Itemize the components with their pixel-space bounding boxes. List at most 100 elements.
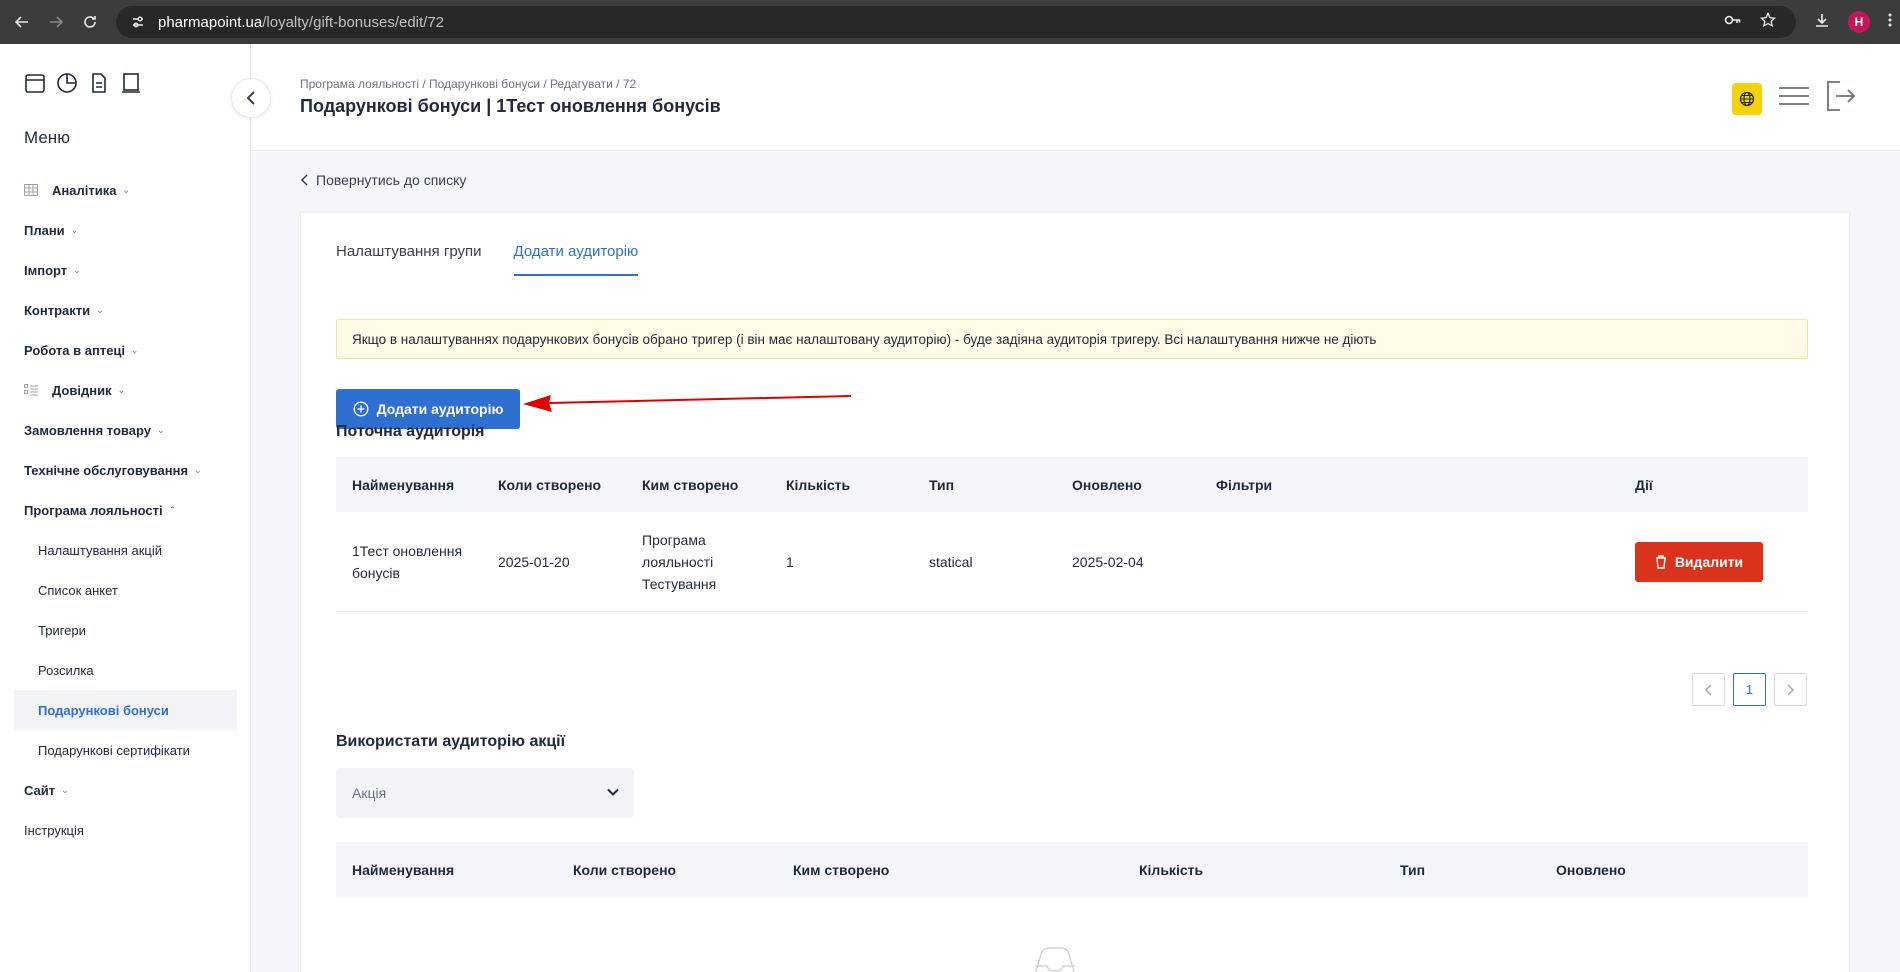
sidebar-subitem-mailing[interactable]: Розсилка bbox=[0, 650, 251, 690]
sidebar-subitem-triggers[interactable]: Тригери bbox=[0, 610, 251, 650]
download-icon[interactable] bbox=[1814, 12, 1830, 33]
sidebar-item-loyalty[interactable]: Програма лояльності ⌃ bbox=[0, 490, 251, 530]
chevron-down-icon: ⌄ bbox=[122, 184, 130, 195]
current-audience-title: Поточна аудиторія bbox=[336, 423, 485, 440]
address-bar[interactable]: pharmapoint.ua/loyalty/gift-bonuses/edit… bbox=[116, 6, 1796, 38]
browser-toolbar: pharmapoint.ua/loyalty/gift-bonuses/edit… bbox=[0, 0, 1900, 44]
sidebar-item-analytics[interactable]: Аналітика ⌄ bbox=[0, 170, 251, 210]
page-title: Подарункові бонуси | 1Тест оновлення бон… bbox=[300, 96, 721, 116]
sidebar-subitem-gift-certificates[interactable]: Подарункові сертифікати bbox=[0, 730, 251, 770]
chevron-left-icon bbox=[300, 174, 308, 186]
col-type: Тип bbox=[929, 476, 955, 493]
tab-bar: Налаштування групи Додати аудиторію bbox=[336, 243, 639, 276]
sidebar: Меню Аналітика ⌄ Плани ⌄ Імпорт ⌄ Контра… bbox=[0, 44, 251, 972]
add-audience-label: Додати аудиторію bbox=[376, 401, 504, 417]
sidebar-item-site[interactable]: Сайт ⌄ bbox=[0, 770, 251, 810]
row-created-by: Програма лояльності Тестування bbox=[642, 531, 717, 592]
chevron-left-icon bbox=[246, 91, 255, 105]
sidebar-subitem-surveys[interactable]: Список анкет bbox=[0, 570, 251, 610]
col-created: Коли створено bbox=[498, 476, 602, 493]
book-icon[interactable] bbox=[120, 72, 144, 96]
col-type: Тип bbox=[1400, 861, 1426, 878]
red-annotation-arrow bbox=[523, 395, 851, 412]
row-type: statical bbox=[929, 553, 973, 570]
sidebar-item-contracts[interactable]: Контракти ⌄ bbox=[0, 290, 251, 330]
language-button[interactable] bbox=[1732, 82, 1762, 115]
back-arrow-icon[interactable] bbox=[10, 10, 34, 34]
sidebar-subitem-promo-settings[interactable]: Налаштування акцій bbox=[0, 530, 251, 570]
pagination: 1 bbox=[1692, 673, 1807, 706]
url-text: pharmapoint.ua/loyalty/gift-bonuses/edit… bbox=[158, 14, 444, 31]
current-audience-table: Найменування Коли створено Ким створено … bbox=[336, 457, 1808, 612]
chevron-down-icon: ⌄ bbox=[131, 344, 139, 355]
promo-audience-title: Використати аудиторію акції bbox=[336, 733, 566, 750]
sidebar-item-label: Контракти bbox=[24, 302, 91, 318]
star-icon[interactable] bbox=[1760, 11, 1776, 33]
table-row: 1Тест оновлення бонусів 2025-01-20 Прогр… bbox=[336, 512, 1808, 612]
empty-inbox-icon bbox=[1035, 947, 1075, 972]
sidebar-item-maintenance[interactable]: Технічне обслуговування ⌄ bbox=[0, 450, 251, 490]
chevron-right-icon bbox=[1787, 684, 1794, 695]
site-settings-icon[interactable] bbox=[128, 12, 148, 32]
chevron-down-icon: ⌄ bbox=[73, 264, 81, 275]
next-page-button[interactable] bbox=[1774, 673, 1807, 706]
sidebar-item-label: Плани bbox=[24, 222, 65, 238]
col-count: Кількість bbox=[786, 476, 851, 493]
col-updated: Оновлено bbox=[1072, 476, 1142, 493]
globe-icon bbox=[1739, 91, 1755, 106]
sidebar-item-label: Програма лояльності bbox=[24, 502, 163, 518]
sidebar-item-label: Імпорт bbox=[24, 262, 68, 278]
url-path: /loyalty/gift-bonuses/edit/72 bbox=[262, 13, 445, 31]
sidebar-item-orders[interactable]: Замовлення товару ⌄ bbox=[0, 410, 251, 450]
col-created-by: Ким створено bbox=[642, 476, 739, 493]
back-to-list-link[interactable]: Повернутись до списку bbox=[300, 172, 466, 188]
row-actions: Видалити bbox=[1619, 541, 1808, 582]
col-name: Найменування bbox=[352, 861, 455, 878]
logout-icon[interactable] bbox=[1826, 80, 1856, 117]
chevron-down-icon: ⌄ bbox=[194, 464, 202, 475]
back-link-label: Повернутись до списку bbox=[316, 172, 467, 188]
delete-button[interactable]: Видалити bbox=[1635, 541, 1763, 582]
chevron-left-icon bbox=[1705, 684, 1712, 695]
trigger-warning-alert: Якщо в налаштуваннях подарункових бонусі… bbox=[336, 319, 1808, 359]
col-updated: Оновлено bbox=[1556, 861, 1626, 878]
sidebar-item-directory[interactable]: Довідник ⌄ bbox=[0, 370, 251, 410]
profile-avatar[interactable]: H bbox=[1848, 11, 1870, 33]
pie-chart-icon[interactable] bbox=[56, 72, 80, 96]
document-icon[interactable] bbox=[88, 72, 112, 96]
reload-icon[interactable] bbox=[78, 10, 102, 34]
row-created: 2025-01-20 bbox=[498, 553, 570, 570]
sidebar-item-label: Довідник bbox=[52, 382, 112, 398]
sidebar-item-label: Замовлення товару bbox=[24, 422, 151, 438]
tab-group-settings[interactable]: Налаштування групи bbox=[336, 243, 482, 276]
col-created: Коли створено bbox=[573, 861, 677, 878]
hamburger-menu-icon[interactable] bbox=[1778, 86, 1810, 111]
url-host: pharmapoint.ua bbox=[158, 13, 263, 31]
more-menu-icon[interactable] bbox=[1888, 12, 1892, 33]
sidebar-item-label: Аналітика bbox=[52, 182, 117, 198]
collapse-sidebar-button[interactable] bbox=[231, 78, 271, 118]
col-filters: Фільтри bbox=[1216, 476, 1273, 493]
sidebar-item-instructions[interactable]: Інструкція bbox=[0, 810, 251, 850]
col-actions: Дії bbox=[1635, 476, 1653, 493]
key-icon[interactable] bbox=[1724, 13, 1742, 32]
sidebar-subitem-gift-bonuses[interactable]: Подарункові бонуси bbox=[14, 690, 237, 730]
chevron-down-icon: ⌄ bbox=[70, 224, 79, 235]
breadcrumb: Програма лояльності / Подарункові бонуси… bbox=[300, 77, 637, 91]
chevron-down-icon bbox=[607, 788, 619, 796]
list-icon bbox=[24, 384, 38, 396]
page-number-button[interactable]: 1 bbox=[1733, 673, 1766, 706]
storefront-icon[interactable] bbox=[24, 72, 48, 96]
col-count: Кількість bbox=[1139, 861, 1204, 878]
row-updated: 2025-02-04 bbox=[1072, 553, 1144, 570]
prev-page-button[interactable] bbox=[1692, 673, 1725, 706]
sidebar-item-label: Робота в аптеці bbox=[24, 342, 126, 358]
promo-select[interactable]: Акція bbox=[336, 768, 634, 818]
sidebar-item-plans[interactable]: Плани ⌄ bbox=[0, 210, 251, 250]
tab-add-audience[interactable]: Додати аудиторію bbox=[513, 243, 639, 276]
col-created-by: Ким створено bbox=[793, 861, 890, 878]
sidebar-quick-icons bbox=[24, 72, 144, 96]
sidebar-item-pharmacy-work[interactable]: Робота в аптеці ⌄ bbox=[0, 330, 251, 370]
forward-arrow-icon[interactable] bbox=[44, 10, 68, 34]
sidebar-item-import[interactable]: Імпорт ⌄ bbox=[0, 250, 251, 290]
